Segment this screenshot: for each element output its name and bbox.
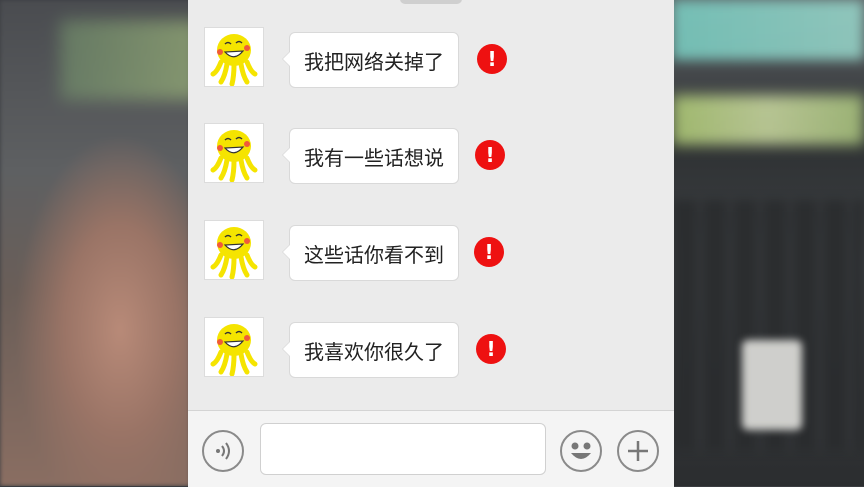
message-row: 我喜欢你很久了 ! — [188, 317, 674, 381]
message-row: 我把网络关掉了 ! — [188, 27, 674, 91]
avatar[interactable] — [204, 317, 264, 377]
message-bubble[interactable]: 我喜欢你很久了 — [282, 322, 459, 378]
send-failed-icon[interactable]: ! — [475, 140, 505, 170]
chat-input-bar — [188, 410, 674, 487]
avatar[interactable] — [204, 220, 264, 280]
more-button[interactable] — [617, 430, 659, 472]
plus-icon — [628, 441, 648, 461]
message-input[interactable] — [260, 423, 546, 475]
scroll-indicator — [400, 0, 462, 4]
octopus-avatar-icon — [210, 227, 258, 279]
message-bubble[interactable]: 我有一些话想说 — [282, 128, 459, 184]
emoji-icon — [571, 442, 591, 459]
send-failed-icon[interactable]: ! — [477, 44, 507, 74]
chat-panel: 我把网络关掉了 ! 我有一些话想说 ! 这些话你看不到 ! 我喜欢你很久了 ! — [188, 0, 674, 487]
send-failed-icon[interactable]: ! — [474, 237, 504, 267]
voice-icon — [216, 442, 230, 460]
send-failed-icon[interactable]: ! — [476, 334, 506, 364]
message-row: 这些话你看不到 ! — [188, 220, 674, 284]
background-right-photo — [672, 0, 864, 486]
voice-button[interactable] — [202, 430, 244, 472]
octopus-avatar-icon — [210, 34, 258, 86]
octopus-avatar-icon — [210, 324, 258, 376]
avatar[interactable] — [204, 123, 264, 183]
message-bubble[interactable]: 我把网络关掉了 — [282, 32, 459, 88]
message-bubble[interactable]: 这些话你看不到 — [282, 225, 459, 281]
message-row: 我有一些话想说 ! — [188, 123, 674, 187]
background-left-photo — [0, 0, 200, 486]
octopus-avatar-icon — [210, 130, 258, 182]
avatar[interactable] — [204, 27, 264, 87]
emoji-button[interactable] — [560, 430, 602, 472]
